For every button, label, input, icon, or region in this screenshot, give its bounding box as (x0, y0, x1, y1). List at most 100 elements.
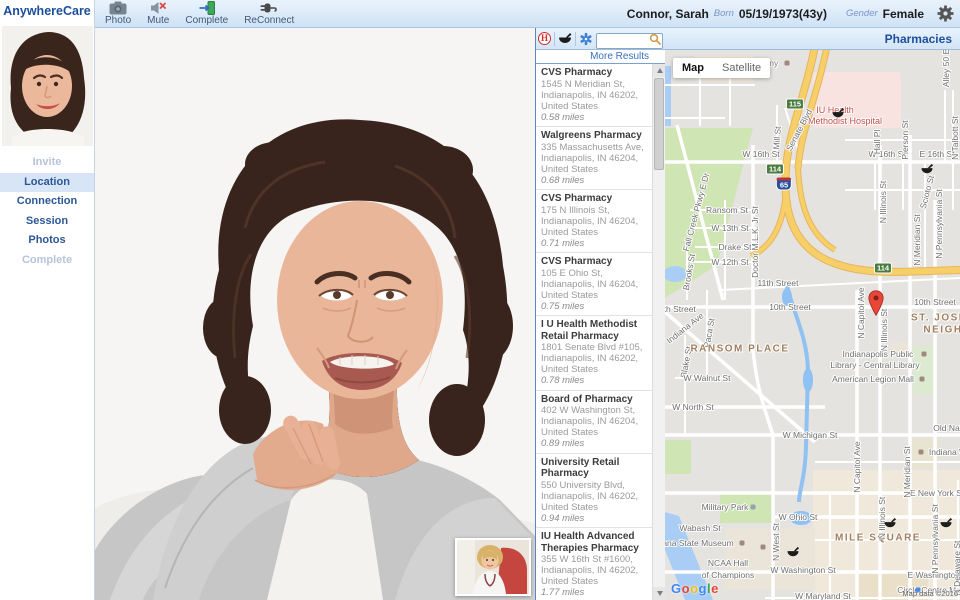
pharmacy-map-marker[interactable] (787, 546, 800, 564)
patient-avatar (2, 26, 93, 146)
result-name: Board of Pharmacy (541, 393, 633, 405)
result-distance: 0.75 miles (541, 300, 585, 312)
map-label: N Delaware St (952, 540, 960, 596)
map-label: W 16th St (742, 149, 780, 159)
result-address: 355 W 16th St #1600, Indianapolis, IN 46… (541, 554, 639, 587)
provider-pip-video[interactable] (455, 538, 531, 596)
search-icon[interactable] (649, 33, 661, 45)
pharmacy-result-item[interactable]: CVS Pharmacy 105 E Ohio St, Indianapolis,… (536, 253, 652, 316)
settings-button[interactable] (937, 5, 954, 22)
star-of-life-icon[interactable] (579, 32, 593, 46)
scrollbar-thumb[interactable] (654, 78, 664, 170)
plug-icon (260, 3, 277, 13)
map-label: 11th Street (757, 278, 799, 288)
pharmacy-mortar-icon[interactable] (558, 32, 572, 46)
map-panel: Pharmacies IU Health Methodist Hospital … (665, 28, 960, 600)
map-label: ana State Museum (665, 538, 734, 548)
pharmacy-map-marker[interactable] (832, 107, 845, 125)
map-label: of Champions (701, 570, 755, 580)
map-label: NEIGH (923, 324, 960, 336)
selected-location-pin[interactable] (868, 290, 885, 322)
poi-dot-icon (919, 376, 925, 382)
mute-button[interactable]: Mute (147, 1, 169, 26)
result-address: 1545 N Meridian St, Indianapolis, IN 462… (541, 78, 639, 112)
sidebar-item-session[interactable]: Session (0, 212, 94, 232)
pharmacy-map-marker[interactable] (940, 517, 953, 535)
map-type-map-button[interactable]: Map (673, 58, 713, 78)
result-address: 335 Massachusetts Ave, Indianapolis, IN … (541, 141, 644, 175)
sidebar-item-location[interactable]: Location (0, 172, 94, 192)
result-address: 105 E Ohio St, Indianapolis, IN 46204, U… (541, 267, 639, 301)
map-label: N Meridian St (912, 214, 922, 266)
search-box (596, 31, 663, 49)
map-label: Drake St (718, 242, 752, 252)
map-label: Hall Pl (872, 129, 882, 155)
result-distance: 1.77 miles (541, 587, 585, 598)
results-filter-bar: H (536, 28, 665, 50)
map-label: N Pennsylvania St (934, 189, 944, 259)
map-label: 10th Street (914, 297, 956, 307)
complete-label: Complete (185, 15, 229, 26)
map-label: 10th Street (769, 302, 811, 312)
pharmacy-result-item[interactable]: I U Health Methodist Retail Pharmacy 1801… (536, 316, 652, 391)
map-label: N Pennsylvania St (930, 504, 940, 574)
patient-name: Connor, Sarah (626, 6, 709, 21)
pharmacy-result-item[interactable]: Board of Pharmacy 402 W Washington St, In… (536, 391, 652, 454)
result-distance: 0.58 miles (541, 111, 585, 123)
map-attribution: Map data ©2016 (902, 589, 958, 598)
reconnect-button[interactable]: ReConnect (244, 1, 294, 26)
map-label: Pierson St (900, 120, 910, 160)
patient-gender: Female (882, 6, 924, 21)
route-shield: 114 (873, 262, 893, 274)
pharmacy-result-item[interactable]: IU Health Advanced Therapies Pharmacy 355… (536, 528, 652, 600)
result-name: University Retail Pharmacy (541, 456, 620, 480)
pharmacy-map-marker[interactable] (921, 163, 934, 181)
map-label: ST. JOSE (911, 312, 960, 324)
map-panel-title: Pharmacies (665, 28, 960, 50)
top-header-bar: Photo Mute Complete ReConnect Connor, Sa… (95, 0, 960, 28)
reconnect-label: ReConnect (244, 15, 295, 26)
map-label: W Ohio St (778, 512, 818, 522)
map-label: N Capitol Ave (856, 287, 866, 339)
pharmacy-results-panel: H More Results CVS Pharmacy 1545 N Merid… (535, 28, 666, 600)
pharmacy-result-item[interactable]: CVS Pharmacy 175 N Illinois St, Indianapo… (536, 190, 652, 253)
result-address: 550 University Blvd, Indianapolis, IN 46… (541, 479, 639, 513)
map-label: W North St (672, 402, 714, 412)
poi-dot-icon (760, 544, 766, 550)
map-label: N Illinois St (878, 180, 888, 224)
map-label: Mill St (771, 126, 783, 150)
mute-label: Mute (147, 15, 170, 26)
map-label: Old Natio (933, 423, 960, 433)
born-label: Born (713, 8, 734, 19)
gender-label: Gender (845, 8, 878, 19)
complete-button[interactable]: Complete (185, 1, 228, 26)
patient-video-feed (95, 28, 535, 600)
sidebar-item-photos[interactable]: Photos (0, 231, 94, 251)
sidebar-item-connection[interactable]: Connection (0, 192, 94, 212)
filter-separator (554, 31, 555, 46)
door-exit-icon (199, 1, 215, 15)
poi-dot-icon (921, 351, 927, 357)
results-scrollbar[interactable] (652, 64, 666, 600)
map-label: N Capitol Ave (852, 441, 862, 493)
sidebar-menu: Invite Location Connection Session Photo… (0, 153, 94, 270)
map-label: American Legion Mall (832, 374, 914, 384)
map-label: Indiana W (928, 447, 960, 457)
pharmacy-map-marker[interactable] (884, 517, 897, 535)
map-type-satellite-button[interactable]: Satellite (713, 58, 770, 78)
pharmacy-result-item[interactable]: University Retail Pharmacy 550 University… (536, 454, 652, 528)
hospital-icon[interactable]: H (538, 32, 551, 45)
map-label: N Meridian St (902, 446, 912, 498)
google-map[interactable]: mp CompanyIU HealthMethodist HospitalW 1… (665, 50, 960, 600)
pharmacy-result-item[interactable]: CVS Pharmacy 1545 N Meridian St, Indianap… (536, 64, 652, 127)
patient-video-frame (95, 28, 535, 600)
photo-button[interactable]: Photo (105, 1, 131, 26)
result-distance: 0.78 miles (541, 375, 585, 386)
anywherecare-app: Photo Mute Complete ReConnect Connor, Sa… (0, 0, 960, 600)
mute-speaker-icon (150, 2, 166, 14)
map-label: Library - Central Library (830, 360, 920, 370)
result-distance: 0.71 miles (541, 237, 585, 249)
result-address: 175 N Illinois St, Indianapolis, IN 4620… (541, 204, 639, 238)
more-results-link[interactable]: More Results (536, 50, 665, 64)
pharmacy-result-item[interactable]: Walgreens Pharmacy 335 Massachusetts Ave,… (536, 127, 652, 190)
